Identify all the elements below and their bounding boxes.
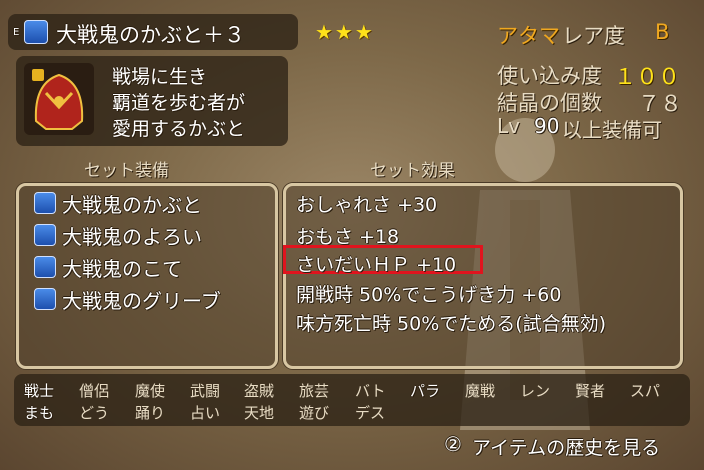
button-2-icon: ② (444, 432, 462, 456)
job-monster-master: まも (24, 404, 55, 422)
description-line-2: 覇道を歩む者が (112, 92, 246, 114)
job-minstrel: 旅芸 (299, 382, 330, 400)
rarity-label: レア度 (562, 24, 625, 48)
set-effects-header: セット効果 (370, 161, 455, 181)
job-fortune-teller: 占い (190, 404, 221, 422)
job-sage: 賢者 (575, 382, 606, 400)
job-battle-master: バト (355, 382, 386, 400)
gauntlet-icon (34, 256, 56, 278)
effect-style: おしゃれさ +30 (296, 194, 438, 216)
job-gadabout: 遊び (299, 404, 330, 422)
set-equipment-header: セット装備 (84, 161, 169, 181)
item-type: アタマ (497, 24, 560, 48)
greave-icon (34, 288, 56, 310)
description-line-1: 戦場に生き (112, 66, 208, 88)
job-death-master: デス (355, 404, 386, 422)
effect-battle-start: 開戦時 50%でこうげき力 +60 (296, 284, 562, 306)
rarity-value: B (655, 20, 670, 44)
item-history-label: アイテムの歴史を見る (472, 437, 661, 459)
level-suffix: 以上装備可 (562, 118, 662, 142)
job-martial-artist: 武闘 (190, 382, 221, 400)
job-ranger: レン (520, 382, 551, 400)
level-label: Lv (497, 114, 520, 138)
job-dancer: 踊り (135, 404, 166, 422)
helmet-icon (34, 192, 56, 214)
armor-icon (34, 224, 56, 246)
helmet-icon (24, 20, 48, 44)
effect-max-hp: さいだいＨＰ +10 (296, 254, 457, 276)
equipped-tag: E (13, 27, 20, 38)
job-thief: 盗賊 (244, 382, 275, 400)
job-warrior: 戦士 (24, 382, 55, 400)
set-item-armor[interactable]: 大戦鬼のよろい (62, 221, 202, 250)
job-priest: 僧侶 (79, 382, 110, 400)
set-item-helmet[interactable]: 大戦鬼のかぶと (62, 189, 202, 218)
job-magic-warrior: 魔戦 (465, 382, 496, 400)
item-image (24, 63, 94, 135)
crystals-label: 結晶の個数 (497, 91, 602, 115)
job-druid: 天地 (244, 404, 275, 422)
star-rating: ★★★ (315, 20, 375, 44)
job-mage: 魔使 (135, 382, 166, 400)
item-history-button[interactable]: ② アイテムの歴史を見る (444, 431, 684, 459)
set-item-greave[interactable]: 大戦鬼のグリーブ (62, 285, 221, 314)
effect-ally-death: 味方死亡時 50%でためる(試合無効) (296, 313, 607, 335)
job-item-master: どう (79, 404, 110, 422)
set-item-gauntlet[interactable]: 大戦鬼のこて (62, 253, 182, 282)
level-value: 90 (534, 114, 560, 138)
item-name: 大戦鬼のかぶと＋３ (56, 23, 245, 47)
usage-label: 使い込み度 (497, 64, 602, 88)
item-detail-screen: E 大戦鬼のかぶと＋３ ★★★ アタマ レア度 B 戦場に生き 覇道を歩む者が … (0, 0, 704, 470)
job-super-star: スパ (630, 382, 661, 400)
description-line-3: 愛用するかぶと (112, 118, 246, 140)
job-paladin: パラ (410, 382, 441, 400)
